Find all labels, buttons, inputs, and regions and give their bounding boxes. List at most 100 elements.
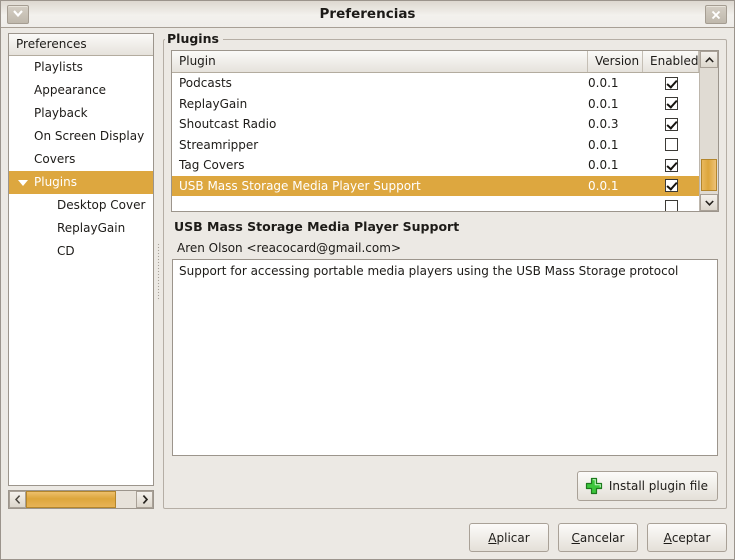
plugin-version-cell: 0.0.1 (588, 76, 619, 91)
plus-icon (585, 477, 602, 495)
chevron-down-icon (704, 199, 714, 206)
chevron-right-icon (142, 495, 148, 504)
scroll-left-button[interactable] (9, 491, 26, 508)
plugin-enabled-cell (643, 158, 699, 172)
cancelar-button[interactable]: Cancelar (558, 523, 638, 552)
table-row-partial[interactable] (172, 196, 699, 211)
sidebar-item-label: CD (57, 244, 75, 258)
enabled-checkbox[interactable] (664, 117, 678, 131)
plugin-detail-title: USB Mass Storage Media Player Support (174, 219, 460, 234)
plugin-name-cell: Streamripper (179, 137, 259, 152)
sidebar-item-appearance[interactable]: Appearance (9, 79, 153, 102)
plugin-version-cell: 0.0.1 (588, 178, 619, 193)
enabled-checkbox[interactable] (664, 199, 678, 211)
aplicar-button[interactable]: Aplicar (469, 523, 549, 552)
button-label: plicar (496, 530, 530, 545)
tree-item-list: Playlists Appearance Playback On Screen Dis… (9, 56, 153, 263)
enabled-checkbox[interactable] (664, 76, 678, 90)
install-plugin-file-button[interactable]: Install plugin file (576, 471, 718, 501)
plugin-name-cell: Tag Covers (179, 158, 245, 173)
pane-splitter[interactable] (156, 33, 162, 509)
enabled-checkbox[interactable] (664, 179, 678, 193)
plugin-version-cell: 0.0.1 (588, 96, 619, 111)
sidebar-item-cd[interactable]: CD (9, 240, 153, 263)
enabled-checkbox[interactable] (664, 138, 678, 152)
plugin-rows: Podcasts 0.0.1 ReplayGain 0.0.1 Shoutcast Ra… (172, 73, 699, 211)
scroll-thumb[interactable] (701, 158, 717, 192)
button-label: ceptar (671, 530, 711, 545)
plugin-enabled-cell (643, 199, 699, 211)
preferences-window: Preferencias Preferences Playlists Appear… (0, 0, 735, 560)
button-label: ancelar (579, 530, 625, 545)
sidebar-item-label: ReplayGain (57, 221, 126, 235)
sidebar-item-label: Plugins (34, 175, 77, 189)
plugin-name-cell: ReplayGain (179, 96, 248, 111)
table-row[interactable]: Shoutcast Radio 0.0.3 (172, 114, 699, 135)
sidebar: Preferences Playlists Appearance Playback O… (8, 33, 154, 509)
plugin-list[interactable]: Plugin Version Enabled Podcasts 0.0.1 Repl… (171, 50, 719, 212)
expander-triangle-icon[interactable] (18, 180, 28, 186)
plugin-name-cell: Shoutcast Radio (179, 117, 277, 132)
scroll-track[interactable] (26, 491, 136, 508)
sidebar-item-label: Covers (34, 152, 76, 166)
dialog-buttons: Aplicar Cancelar Aceptar (1, 523, 727, 553)
column-header-enabled[interactable]: Enabled (643, 51, 699, 72)
sidebar-item-label: On Screen Display (34, 129, 145, 143)
table-row[interactable]: Podcasts 0.0.1 (172, 73, 699, 94)
button-mnemonic: C (571, 530, 580, 545)
chevron-up-icon (704, 56, 714, 63)
sidebar-item-label: Playlists (34, 60, 83, 74)
column-header-plugin[interactable]: Plugin (172, 51, 588, 72)
aceptar-button[interactable]: Aceptar (647, 523, 727, 552)
plugin-list-vertical-scrollbar[interactable] (699, 51, 718, 211)
plugin-version-cell: 0.0.1 (588, 158, 619, 173)
scroll-down-button[interactable] (700, 194, 718, 211)
plugin-list-header: Plugin Version Enabled (172, 51, 699, 73)
plugin-enabled-cell (643, 76, 699, 90)
plugin-version-cell: 0.0.3 (588, 117, 619, 132)
sidebar-horizontal-scrollbar[interactable] (8, 490, 154, 509)
plugin-detail-author: Aren Olson <reacocard@gmail.com> (177, 241, 401, 255)
column-header-version[interactable]: Version (588, 51, 643, 72)
button-mnemonic: A (488, 530, 497, 545)
sidebar-item-playlists[interactable]: Playlists (9, 56, 153, 79)
table-row[interactable]: ReplayGain 0.0.1 (172, 94, 699, 115)
splitter-grip (157, 243, 160, 301)
sidebar-item-label: Appearance (34, 83, 107, 97)
plugin-enabled-cell (643, 97, 699, 111)
scroll-right-button[interactable] (136, 491, 153, 508)
sidebar-item-on-screen-display[interactable]: On Screen Display (9, 125, 153, 148)
scroll-track[interactable] (700, 68, 718, 194)
sidebar-item-label: Playback (34, 106, 88, 120)
sidebar-item-label: Desktop Cover (57, 198, 146, 212)
plugins-panel: Plugins Plugin Version Enabled Podcasts 0… (163, 31, 727, 509)
plugins-group-label: Plugins (165, 31, 223, 46)
sidebar-item-replaygain[interactable]: ReplayGain (9, 217, 153, 240)
chevron-left-icon (14, 495, 20, 504)
plugin-list-body: Plugin Version Enabled Podcasts 0.0.1 Repl… (172, 51, 699, 211)
plugin-name-cell: USB Mass Storage Media Player Support (179, 178, 421, 193)
scroll-thumb[interactable] (26, 491, 117, 508)
plugin-detail-description: Support for accessing portable media pla… (172, 259, 718, 456)
close-button[interactable] (705, 5, 727, 24)
install-button-label: Install plugin file (608, 479, 708, 493)
plugin-enabled-cell (643, 179, 699, 193)
plugin-enabled-cell (643, 138, 699, 152)
sidebar-item-plugins[interactable]: Plugins (9, 171, 153, 194)
table-row[interactable]: Tag Covers 0.0.1 (172, 155, 699, 176)
table-row[interactable]: Streamripper 0.0.1 (172, 135, 699, 156)
table-row[interactable]: USB Mass Storage Media Player Support 0.0… (172, 175, 699, 196)
tree-header: Preferences (9, 34, 153, 56)
button-mnemonic: A (663, 530, 672, 545)
scroll-up-button[interactable] (700, 51, 718, 68)
enabled-checkbox[interactable] (664, 158, 678, 172)
sidebar-item-covers[interactable]: Covers (9, 148, 153, 171)
sidebar-item-playback[interactable]: Playback (9, 102, 153, 125)
sidebar-item-desktop-cover[interactable]: Desktop Cover (9, 194, 153, 217)
enabled-checkbox[interactable] (664, 97, 678, 111)
plugin-version-cell: 0.0.1 (588, 137, 619, 152)
close-icon (711, 10, 721, 20)
dialog-content: Preferences Playlists Appearance Playback O… (1, 29, 734, 559)
plugin-name-cell: Podcasts (179, 76, 232, 91)
preferences-tree[interactable]: Preferences Playlists Appearance Playback O… (8, 33, 154, 486)
